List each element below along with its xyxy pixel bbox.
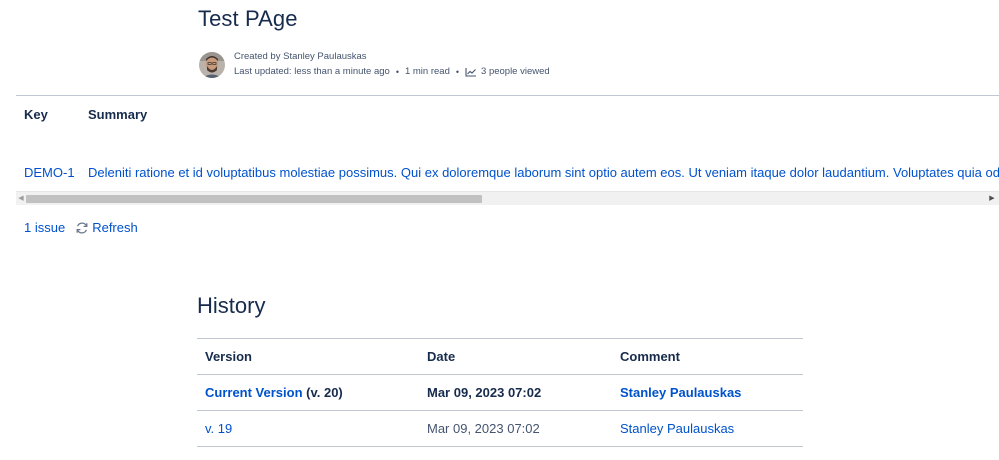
jira-footer: 1 issue Refresh [24,220,138,235]
separator: • [395,67,399,77]
history-heading: History [197,293,266,318]
issue-summary-link[interactable]: Deleniti ratione et id voluptatibus mole… [80,154,999,191]
issue-key-link[interactable]: DEMO-1 [16,154,80,191]
table-row: DEMO-1 Deleniti ratione et id voluptatib… [16,154,999,191]
line-chart-icon [465,67,477,77]
table-row: v. 19 Mar 09, 2023 07:02 Stanley Paulaus… [197,410,803,447]
version-date: Mar 09, 2023 07:02 [419,410,612,447]
version-cell: v. 19 [197,410,419,447]
refresh-label: Refresh [92,220,138,235]
column-header-key[interactable]: Key [16,96,80,154]
scroll-left-icon[interactable]: ◀ [17,195,25,203]
jira-issues-macro: Key Summary DEMO-1 Deleniti ratione et i… [16,95,999,205]
column-header-date: Date [419,338,612,375]
jira-issues-table: Key Summary DEMO-1 Deleniti ratione et i… [16,95,999,191]
views-text[interactable]: 3 people viewed [481,66,550,78]
author-avatar[interactable] [199,52,225,78]
version-author-link[interactable]: Stanley Paulauskas [612,410,803,447]
separator: • [455,67,460,77]
issue-count-link[interactable]: 1 issue [24,220,65,235]
version-cell: Current Version (v. 20) [197,374,419,411]
history-table: Version Date Comment Current Version (v.… [197,338,803,447]
scroll-right-icon[interactable]: ▶ [988,195,996,203]
table-row: Current Version (v. 20) Mar 09, 2023 07:… [197,374,803,411]
scrollbar-thumb[interactable] [26,194,482,203]
created-by-text: Created by Stanley Paulauskas [234,51,367,62]
version-number: (v. 20) [302,385,343,400]
last-updated-text: Last updated: less than a minute ago [234,66,390,77]
column-header-version: Version [197,338,419,375]
current-version-link[interactable]: Current Version [205,385,303,400]
column-header-summary[interactable]: Summary [80,96,999,154]
jira-table-viewport: Key Summary DEMO-1 Deleniti ratione et i… [16,95,999,191]
page-title: Test PAge [198,6,298,31]
version-author-link[interactable]: Stanley Paulauskas [612,374,803,411]
refresh-button[interactable]: Refresh [75,220,138,235]
horizontal-scrollbar[interactable]: ◀ ▶ [16,190,999,205]
refresh-icon [75,221,89,235]
column-header-comment: Comment [612,338,803,375]
version-link[interactable]: v. 19 [205,421,232,436]
read-time-text: 1 min read [404,66,450,77]
version-date: Mar 09, 2023 07:02 [419,374,612,411]
